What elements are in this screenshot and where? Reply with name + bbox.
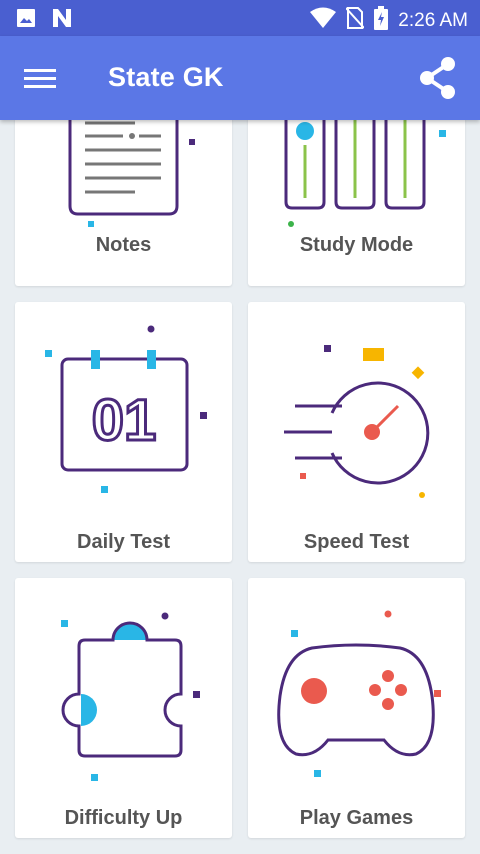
calendar-icon: 01 [45,325,207,493]
no-sim-icon [345,6,366,35]
notes-card[interactable]: Notes [15,120,232,286]
notes-document-icon [68,120,195,227]
card-label-daily-test: Daily Test [77,531,170,553]
app-bar: State GK [0,36,480,120]
card-label-difficulty-up: Difficulty Up [64,807,183,829]
share-button[interactable] [414,54,462,102]
card-label-notes: Notes [95,234,152,256]
speed-test-card[interactable]: Speed Test [248,302,465,562]
status-time: 2:26 AM [398,9,468,31]
share-icon [420,57,455,99]
card-label-play-games: Play Games [299,807,414,829]
daily-test-card[interactable]: 01 Daily Test [15,302,232,562]
image-icon [14,6,38,35]
puzzle-piece-icon [61,612,200,781]
difficulty-up-card[interactable]: Difficulty Up [15,578,232,838]
page-title: State GK [108,62,224,92]
battery-charging-icon [374,6,389,35]
card-label-speed-test: Speed Test [303,531,410,553]
menu-button[interactable] [24,64,60,94]
speedometer-icon [284,345,430,498]
status-bar: 2:26 AM [0,0,480,36]
hamburger-menu-icon [24,69,56,88]
card-label-study-mode: Study Mode [299,234,414,256]
game-controller-icon [277,610,441,777]
wifi-icon [310,7,337,34]
study-mode-card[interactable]: Study Mode [248,120,465,286]
n-app-icon [50,6,74,35]
svg-text:01: 01 [92,388,157,453]
menu-grid[interactable]: Notes Study Mode 01 Daily Test Speed Tes… [0,120,480,854]
play-games-card[interactable]: Play Games [248,578,465,838]
study-books-icon [284,120,446,227]
